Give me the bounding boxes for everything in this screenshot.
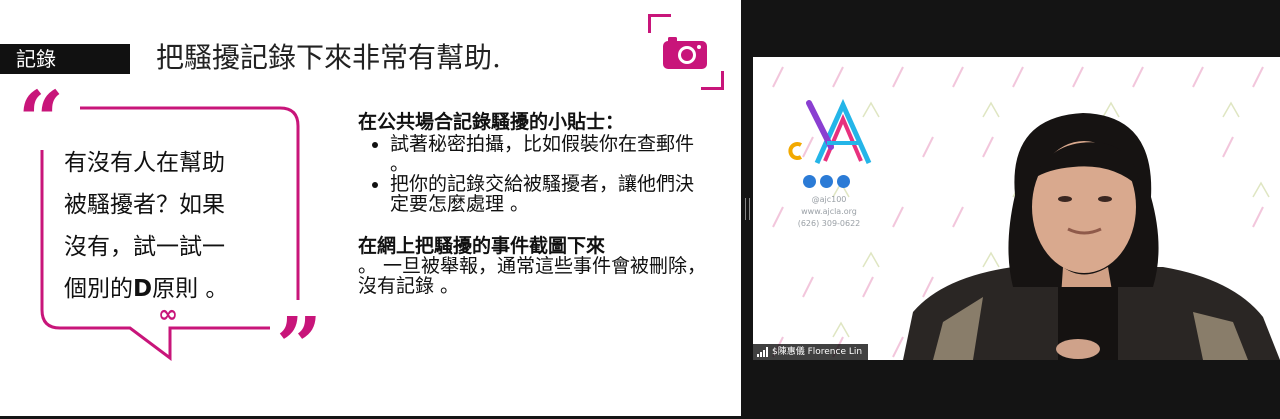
camera-icon xyxy=(663,37,707,69)
twitter-icon xyxy=(820,175,833,188)
online-heading: 在網上把騷擾的事件截圖下來 xyxy=(358,235,606,257)
split-resize-handle[interactable] xyxy=(745,198,750,220)
list-item: 試著秘密拍攝，比如假裝你在查郵件 。 xyxy=(390,134,708,174)
facebook-icon xyxy=(837,175,850,188)
participant-name-label: $陳惠儀 Florence Lin xyxy=(753,344,869,360)
section-tag: 記錄 xyxy=(0,44,130,74)
online-text: 。 一旦被舉報，通常這些事件會被刪除，沒有記錄 。 xyxy=(358,255,707,297)
close-quote-icon: ” xyxy=(276,299,323,393)
tips-heading: 在公共場合記錄騷擾的小貼士： xyxy=(358,111,625,133)
infinity-icon: ∞ xyxy=(158,300,178,328)
quote-line: 沒有，試一試一 xyxy=(64,234,225,260)
org-logo xyxy=(788,99,872,165)
org-handle: @ajc100 xyxy=(811,195,847,204)
quote-line: 被騷擾者？如果 xyxy=(64,192,225,218)
signal-strength-icon xyxy=(757,347,768,357)
participant-video-tile[interactable]: @ajc100 www.ajcla.org (626) 309-0622 $陳惠… xyxy=(753,57,1280,360)
social-icons xyxy=(803,175,850,188)
quote-line: 個別的D原則 。 xyxy=(64,276,229,302)
org-phone: (626) 309-0622 xyxy=(797,219,861,228)
tips-list: 試著秘密拍攝，比如假裝你在查郵件 。 把你的記錄交給被騷擾者，讓他們決定要怎麼處… xyxy=(358,134,708,214)
quote-line: 有沒有人在幫助 xyxy=(64,150,225,176)
org-website: www.ajcla.org xyxy=(801,207,857,216)
quote-text: 有沒有人在幫助 被騷擾者？如果 沒有，試一試一 個別的D原則 。 xyxy=(64,142,294,310)
open-quote-icon: “ xyxy=(18,73,65,167)
instagram-icon xyxy=(803,175,816,188)
list-item: 把你的記錄交給被騷擾者，讓他們決定要怎麼處理 。 xyxy=(390,174,708,214)
tips-section: 在公共場合記錄騷擾的小貼士： 試著秘密拍攝，比如假裝你在查郵件 。 把你的記錄交… xyxy=(358,112,708,296)
slide-title: 把騷擾記錄下來非常有幫助. xyxy=(156,41,501,74)
participant-video xyxy=(903,113,1280,360)
camera-icon-frame xyxy=(648,14,724,90)
shared-slide: 記錄 把騷擾記錄下來非常有幫助. “ ” 有沒有人在幫助 被騷擾者？如果 沒有，… xyxy=(0,0,741,416)
